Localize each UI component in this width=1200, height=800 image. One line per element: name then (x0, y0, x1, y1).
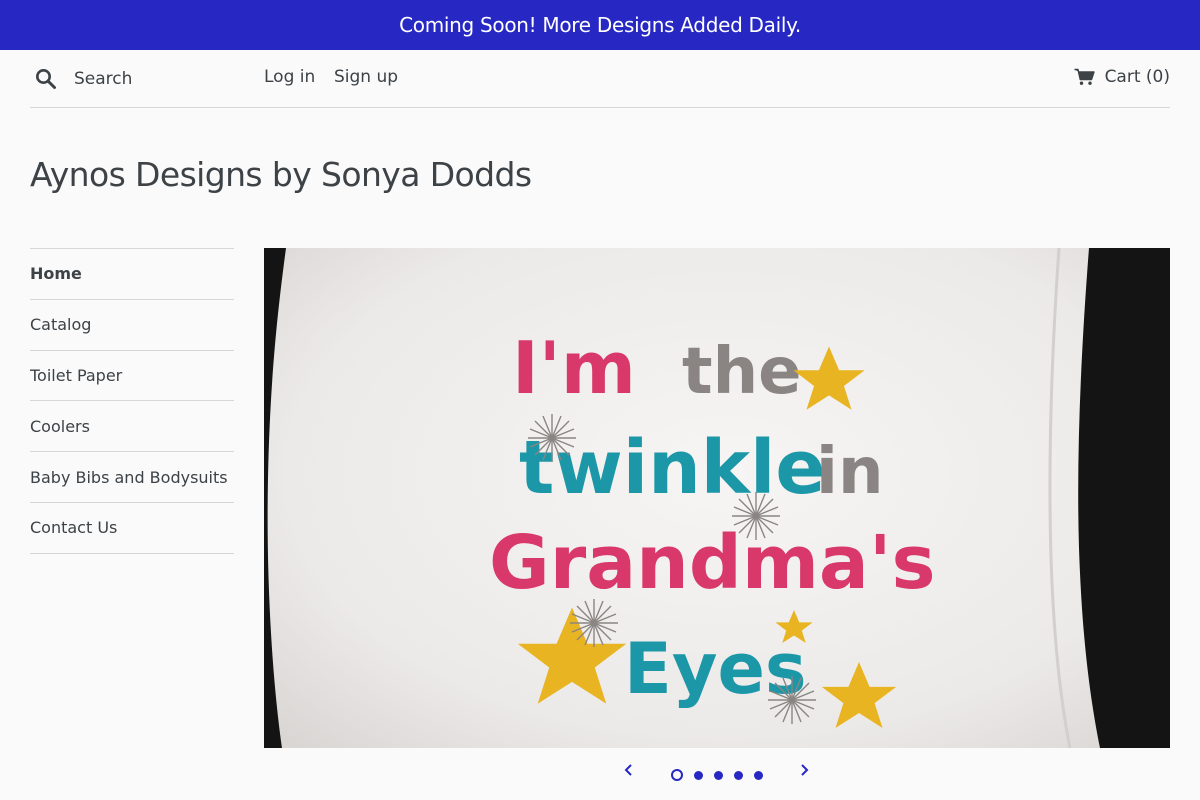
slide-dot[interactable] (694, 770, 703, 780)
slide-dot[interactable] (734, 770, 743, 780)
slideshow-controls (264, 758, 1170, 788)
sidebar-item-label: Catalog (30, 315, 92, 335)
sidebar-item-label: Toilet Paper (30, 365, 123, 385)
slide-text-line4: Eyes (624, 628, 807, 710)
sidebar-item-contact-us[interactable]: Contact Us (30, 503, 234, 554)
slide-dot[interactable] (714, 770, 723, 780)
sidebar-item-toilet-paper[interactable]: Toilet Paper (30, 351, 234, 402)
announcement-bar: Coming Soon! More Designs Added Daily. (0, 0, 1200, 50)
sparkle-icon (731, 491, 781, 541)
sidebar-item-label: Baby Bibs and Bodysuits (30, 467, 228, 487)
cart-icon (1074, 68, 1095, 85)
chevron-right-icon[interactable] (797, 762, 811, 778)
sidebar-item-label: Contact Us (30, 518, 118, 538)
bib-photo: I'm the twinkle in Grandma's Eyes (264, 248, 1170, 748)
sidebar-nav: Home Catalog Toilet Paper Coolers Baby B… (30, 248, 234, 554)
chevron-left-icon[interactable] (622, 762, 636, 778)
slide-text-line2b: in (816, 435, 884, 509)
login-link[interactable]: Log in (264, 67, 315, 87)
site-title[interactable]: Aynos Designs by Sonya Dodds (30, 155, 532, 194)
slideshow-dots (671, 769, 763, 781)
header-bar: Log in Sign up Cart (0) (30, 50, 1170, 108)
sidebar-item-catalog[interactable]: Catalog (30, 300, 234, 351)
slide-text-line1a: I'm (512, 326, 636, 410)
sidebar-item-label: Coolers (30, 416, 90, 436)
search-input[interactable] (74, 65, 244, 93)
sidebar-item-label: Home (30, 264, 82, 284)
slide-dot[interactable] (671, 769, 683, 781)
slide-text-line3: Grandma's (489, 520, 936, 606)
slideshow-image[interactable]: I'm the twinkle in Grandma's Eyes (264, 248, 1170, 748)
cart-link[interactable]: Cart (0) (1074, 67, 1170, 87)
sparkle-icon (527, 413, 577, 463)
slide-text-line1b: the (682, 335, 802, 409)
search-icon[interactable] (35, 68, 57, 90)
sidebar-item-coolers[interactable]: Coolers (30, 401, 234, 453)
sparkle-icon (569, 598, 619, 648)
slide-dot[interactable] (754, 770, 763, 780)
sidebar-item-home[interactable]: Home (30, 249, 234, 300)
announcement-text: Coming Soon! More Designs Added Daily. (399, 13, 801, 37)
cart-label: Cart (0) (1104, 67, 1170, 87)
signup-link[interactable]: Sign up (334, 67, 398, 87)
sparkle-icon (767, 675, 817, 725)
sidebar-item-baby-bibs[interactable]: Baby Bibs and Bodysuits (30, 452, 234, 503)
